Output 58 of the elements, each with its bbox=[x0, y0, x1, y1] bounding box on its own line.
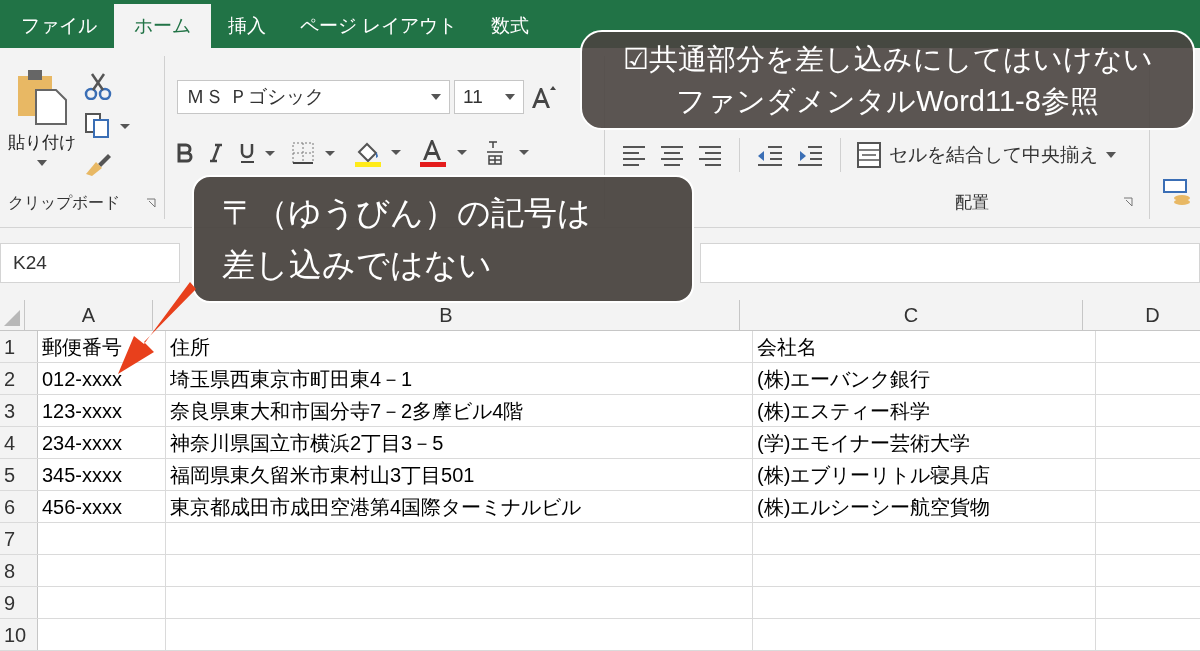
caret-icon bbox=[505, 94, 515, 100]
phonetic-icon[interactable] bbox=[485, 138, 531, 168]
caption-line: 〒（ゆうびん）の記号は bbox=[222, 193, 592, 233]
table-cell-text: 345-xxxx bbox=[42, 462, 123, 488]
underline-icon[interactable] bbox=[239, 142, 275, 164]
table-cell-text: 郵便番号 bbox=[42, 334, 122, 360]
column-header[interactable]: D bbox=[1083, 300, 1200, 330]
table-cell-text: 住所 bbox=[170, 334, 210, 360]
table-cell-text: 012-xxxx bbox=[42, 366, 123, 392]
name-box[interactable]: K24 bbox=[0, 243, 180, 283]
money-icon[interactable] bbox=[1162, 176, 1192, 206]
font-color-icon[interactable] bbox=[419, 138, 469, 168]
caption-line: 差し込みではない bbox=[222, 245, 493, 285]
scissors-icon[interactable] bbox=[84, 72, 112, 100]
bold-icon[interactable] bbox=[177, 143, 193, 163]
caption-line: ファンダメンタルWord11-8参照 bbox=[676, 84, 1099, 119]
caret-icon bbox=[1106, 152, 1116, 158]
align-right-icon[interactable] bbox=[697, 144, 723, 166]
dialog-launcher-icon[interactable] bbox=[1123, 197, 1133, 208]
font-size-field[interactable]: 11 bbox=[454, 80, 524, 114]
ribbon-tab[interactable]: ページ レイアウト bbox=[283, 4, 475, 48]
table-cell-text: 123-xxxx bbox=[42, 398, 123, 424]
table-cell-text: (株)エルシーシー航空貨物 bbox=[757, 494, 991, 520]
table-cell-text: 埼玉県西東京市町田東4－1 bbox=[170, 366, 413, 392]
decrease-indent-icon[interactable] bbox=[756, 144, 784, 166]
table-cell-text: 福岡県東久留米市東村山3丁目501 bbox=[170, 462, 475, 488]
group-label: 配置 bbox=[955, 191, 989, 214]
ribbon-tab[interactable]: 数式 bbox=[474, 4, 547, 48]
paste-button[interactable]: 貼り付け bbox=[8, 68, 76, 191]
caption-line: ☑共通部分を差し込みにしてはいけない bbox=[622, 42, 1153, 77]
column-header[interactable]: A bbox=[25, 300, 153, 330]
table-cell-text: (株)エスティー科学 bbox=[757, 398, 931, 424]
group-label: クリップボード bbox=[8, 193, 120, 213]
table-cell-text: (株)エブリーリトル寝具店 bbox=[757, 462, 991, 488]
dialog-launcher-icon[interactable] bbox=[146, 198, 156, 208]
table-cell-text: 456-xxxx bbox=[42, 494, 123, 520]
table-cell-text: (株)エーバンク銀行 bbox=[757, 366, 931, 392]
table-cell-text: 東京都成田市成田空港第4国際ターミナルビル bbox=[170, 494, 582, 520]
column-header[interactable]: C bbox=[740, 300, 1083, 330]
copy-icon[interactable] bbox=[84, 112, 130, 138]
increase-indent-icon[interactable] bbox=[796, 144, 824, 166]
ribbon-tab[interactable]: ファイル bbox=[4, 4, 114, 48]
border-icon[interactable] bbox=[291, 141, 337, 165]
merge-icon bbox=[857, 142, 881, 168]
merge-center-button[interactable]: セルを結合して中央揃え bbox=[857, 140, 1116, 170]
ribbon-tab[interactable]: 挿入 bbox=[211, 4, 283, 48]
table-cell-text: 234-xxxx bbox=[42, 430, 123, 456]
italic-icon[interactable] bbox=[209, 143, 223, 163]
ribbon-tab[interactable]: ホーム bbox=[114, 4, 211, 48]
align-center-icon[interactable] bbox=[659, 144, 685, 166]
table-cell-text: 会社名 bbox=[757, 334, 817, 360]
table-cell-text: (学)エモイナー芸術大学 bbox=[757, 430, 971, 456]
table-cell-text: 神奈川県国立市横浜2丁目3－5 bbox=[170, 430, 444, 456]
table-cell-text: 奈良県東大和市国分寺7－2多摩ビル4階 bbox=[170, 398, 524, 424]
align-left-icon[interactable] bbox=[621, 144, 647, 166]
font-name-field[interactable]: ＭＳ Ｐゴシック bbox=[177, 80, 450, 114]
caret-icon bbox=[431, 94, 441, 100]
caret-icon bbox=[37, 159, 47, 166]
